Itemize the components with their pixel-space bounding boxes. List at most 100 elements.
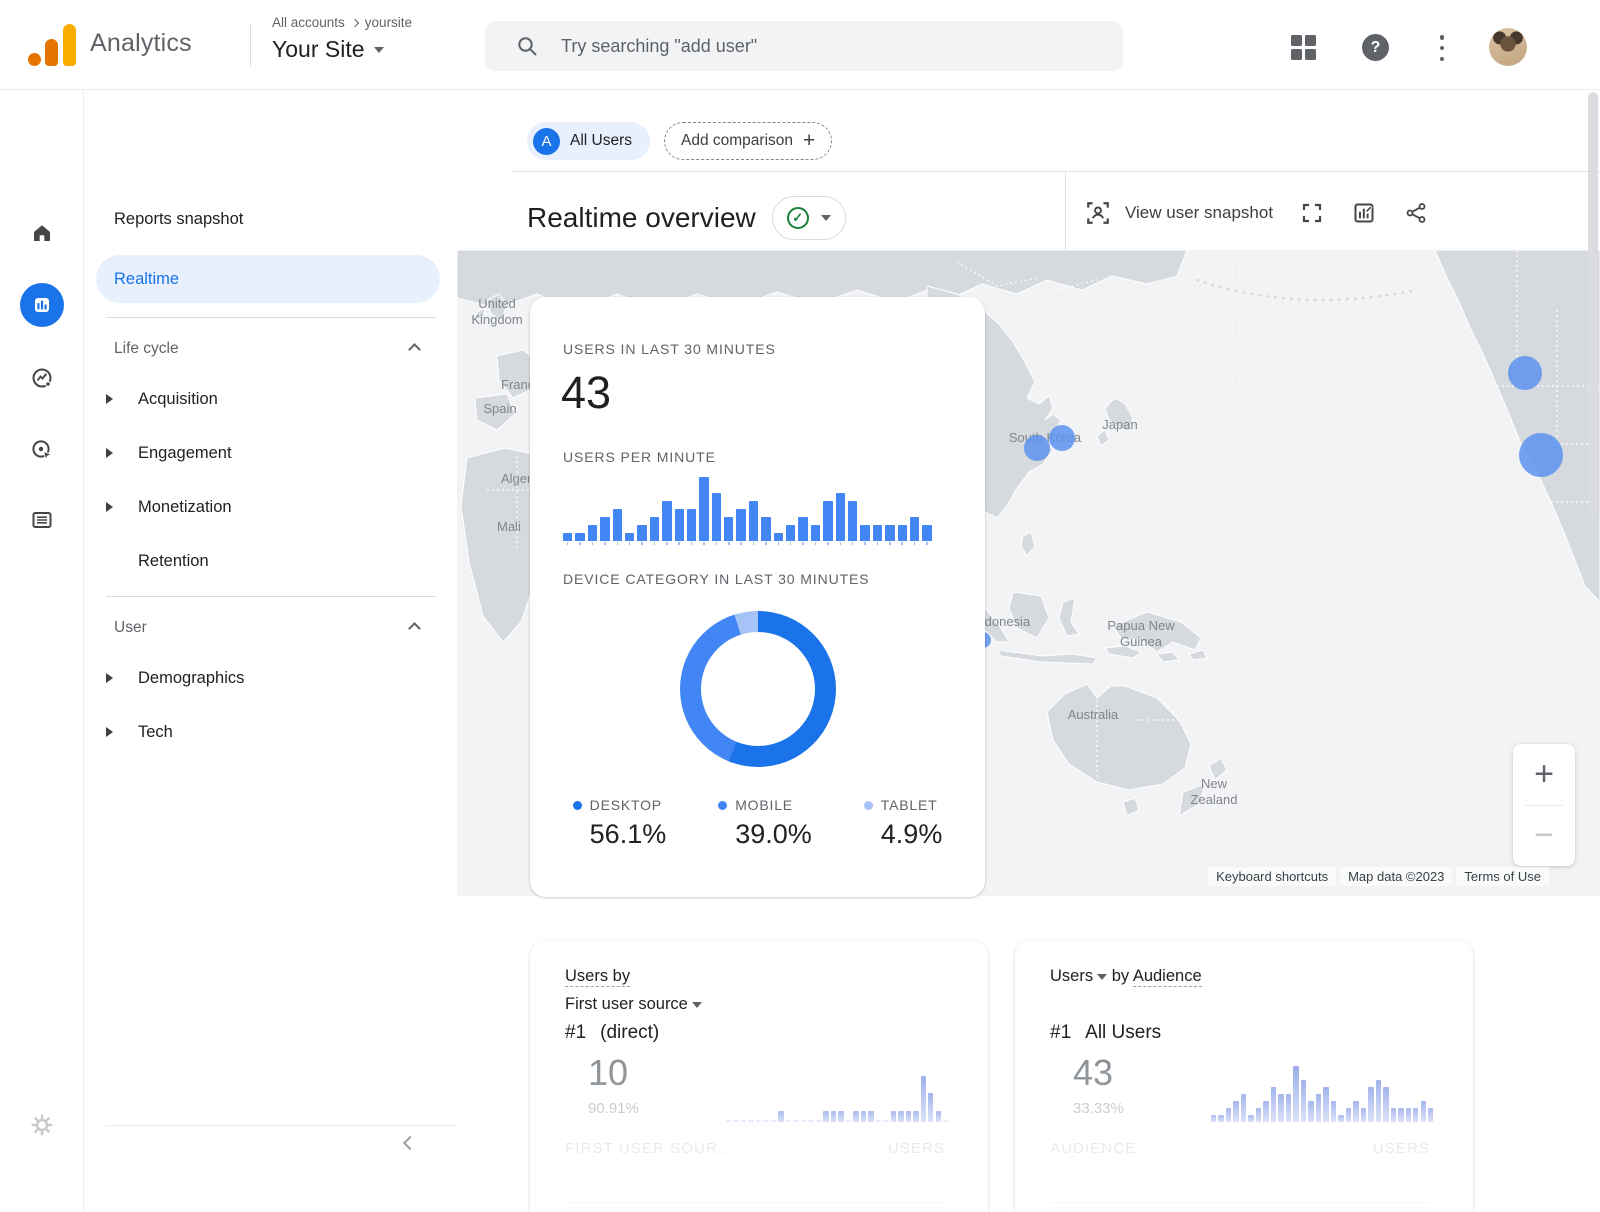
- card-dimension-picker[interactable]: First user source: [565, 995, 702, 1013]
- legend-value-tablet: 4.9%: [881, 819, 943, 850]
- table-rule: [565, 1202, 945, 1203]
- page-scrollbar[interactable]: [1588, 92, 1598, 518]
- legend-label-tablet: TABLET: [881, 797, 938, 813]
- breadcrumb-current[interactable]: yoursite: [365, 15, 412, 30]
- caret-down-icon: [374, 47, 384, 53]
- keyboard-shortcuts-link[interactable]: Keyboard shortcuts: [1208, 867, 1336, 886]
- expand-arrow-icon[interactable]: [106, 448, 113, 458]
- collapse-sidenav-button[interactable]: [405, 1135, 419, 1149]
- sidebar-item-realtime-selected[interactable]: Realtime: [96, 255, 440, 303]
- users-per-minute-label: USERS PER MINUTE: [563, 449, 716, 465]
- fullscreen-button[interactable]: [1299, 200, 1325, 226]
- sidebar-item-reports-snapshot[interactable]: Reports snapshot: [114, 210, 243, 229]
- help-icon[interactable]: ?: [1362, 34, 1389, 61]
- column-header-users: USERS: [1373, 1140, 1430, 1157]
- card-metric-picker[interactable]: Users: [1050, 967, 1107, 985]
- sidebar-item-demographics[interactable]: Demographics: [84, 651, 457, 705]
- metric-percent: 33.33%: [1073, 1100, 1124, 1117]
- expand-arrow-icon[interactable]: [106, 502, 113, 512]
- rank-name: All Users: [1085, 1022, 1161, 1044]
- legend-value-desktop: 56.1%: [590, 819, 667, 850]
- chevron-right-icon: [351, 18, 359, 26]
- legend-dot-tablet: [864, 801, 873, 810]
- property-switcher[interactable]: Your Site: [272, 36, 384, 63]
- expand-arrow-icon[interactable]: [106, 673, 113, 683]
- caret-down-icon: [1097, 974, 1107, 980]
- reports-nav-active[interactable]: [20, 283, 64, 327]
- users-by-audience-card: Users by Audience #1 All Users 43 33.33%…: [1015, 940, 1473, 1212]
- header-divider: [250, 24, 251, 66]
- add-comparison-button[interactable]: Add comparison +: [664, 122, 832, 160]
- segment-label: All Users: [570, 132, 632, 150]
- caret-down-icon: [692, 1002, 702, 1008]
- apps-grid-icon[interactable]: [1291, 35, 1316, 60]
- legend-value-mobile: 39.0%: [735, 819, 812, 850]
- edit-chart-icon: [1352, 201, 1376, 225]
- terms-of-use-link[interactable]: Terms of Use: [1456, 867, 1549, 886]
- sidebar-item-engagement[interactable]: Engagement: [84, 426, 457, 480]
- header-rule: [512, 171, 1600, 172]
- map-zoom-in-button[interactable]: +: [1513, 744, 1575, 805]
- metric-value: 43: [1073, 1052, 1113, 1094]
- active-users-map-dot[interactable]: [1049, 425, 1075, 451]
- card-dimension-link[interactable]: Audience: [1133, 967, 1202, 987]
- add-comparison-label: Add comparison: [681, 132, 793, 150]
- metric-percent: 90.91%: [588, 1100, 639, 1117]
- active-users-map-dot[interactable]: [1519, 433, 1563, 477]
- customize-report-button[interactable]: [1351, 200, 1377, 226]
- device-donut-chart[interactable]: [680, 611, 836, 767]
- expand-arrow-icon[interactable]: [106, 727, 113, 737]
- chevron-up-icon: [408, 343, 421, 356]
- user-avatar[interactable]: [1489, 28, 1527, 66]
- users-per-minute-chart[interactable]: [563, 475, 936, 545]
- sparkline-chart: [726, 1058, 952, 1122]
- search-icon: [515, 34, 539, 58]
- map-label: Australia: [1068, 707, 1119, 722]
- caret-down-icon: [821, 215, 831, 221]
- breadcrumb-all-accounts[interactable]: All accounts: [272, 15, 345, 30]
- sidebar-item-monetization[interactable]: Monetization: [84, 480, 457, 534]
- analytics-logo-icon[interactable]: [28, 24, 76, 66]
- chevron-left-icon: [403, 1136, 417, 1150]
- sidebar-item-tech[interactable]: Tech: [84, 705, 457, 759]
- users-30min-value: 43: [561, 367, 611, 419]
- nav-bottom-divider: [106, 1125, 457, 1126]
- metric-value: 10: [588, 1052, 628, 1094]
- rank-label: #1: [565, 1022, 586, 1044]
- nav-section-life-cycle[interactable]: Life cycle: [84, 326, 457, 372]
- view-user-snapshot-button[interactable]: View user snapshot: [1085, 200, 1273, 226]
- legend-mobile: MOBILE 39.0%: [718, 797, 812, 850]
- explore-icon[interactable]: [30, 366, 54, 390]
- report-status-pill[interactable]: ✓: [772, 196, 846, 240]
- map-label: Mali: [497, 519, 521, 534]
- library-icon[interactable]: [30, 508, 54, 532]
- share-button[interactable]: [1403, 200, 1429, 226]
- card-title: Users by First user source: [565, 962, 702, 1018]
- admin-gear-icon[interactable]: [30, 1113, 54, 1137]
- map-zoom-out-button[interactable]: −: [1513, 805, 1575, 866]
- legend-dot-mobile: [718, 801, 727, 810]
- rank-name: (direct): [600, 1022, 659, 1044]
- reports-icon: [30, 293, 54, 317]
- more-menu-icon[interactable]: [1438, 35, 1446, 61]
- main-content: A All Users Add comparison + Realtime ov…: [457, 90, 1600, 1212]
- home-icon[interactable]: [30, 221, 54, 245]
- legend-label-mobile: MOBILE: [735, 797, 793, 813]
- active-users-map-dot[interactable]: [1024, 435, 1050, 461]
- card-title-metric[interactable]: Users by: [565, 967, 630, 987]
- advertising-icon[interactable]: [30, 438, 54, 462]
- property-name: Your Site: [272, 36, 365, 63]
- search-input[interactable]: [561, 36, 1041, 57]
- table-headers: FIRST USER SOUR... USERS: [565, 1140, 945, 1157]
- active-users-map-dot[interactable]: [1508, 356, 1542, 390]
- segment-chip-all-users[interactable]: A All Users: [527, 122, 650, 160]
- expand-arrow-icon[interactable]: [106, 394, 113, 404]
- search-bar[interactable]: [485, 21, 1123, 71]
- legend-label-desktop: DESKTOP: [590, 797, 662, 813]
- sidebar-item-retention[interactable]: Retention: [84, 534, 457, 588]
- sidebar-item-acquisition[interactable]: Acquisition: [84, 372, 457, 426]
- nav-section-user[interactable]: User: [84, 605, 457, 651]
- legend-tablet: TABLET 4.9%: [864, 797, 943, 850]
- view-user-snapshot-label: View user snapshot: [1125, 203, 1273, 223]
- table-rule: [1050, 1202, 1430, 1203]
